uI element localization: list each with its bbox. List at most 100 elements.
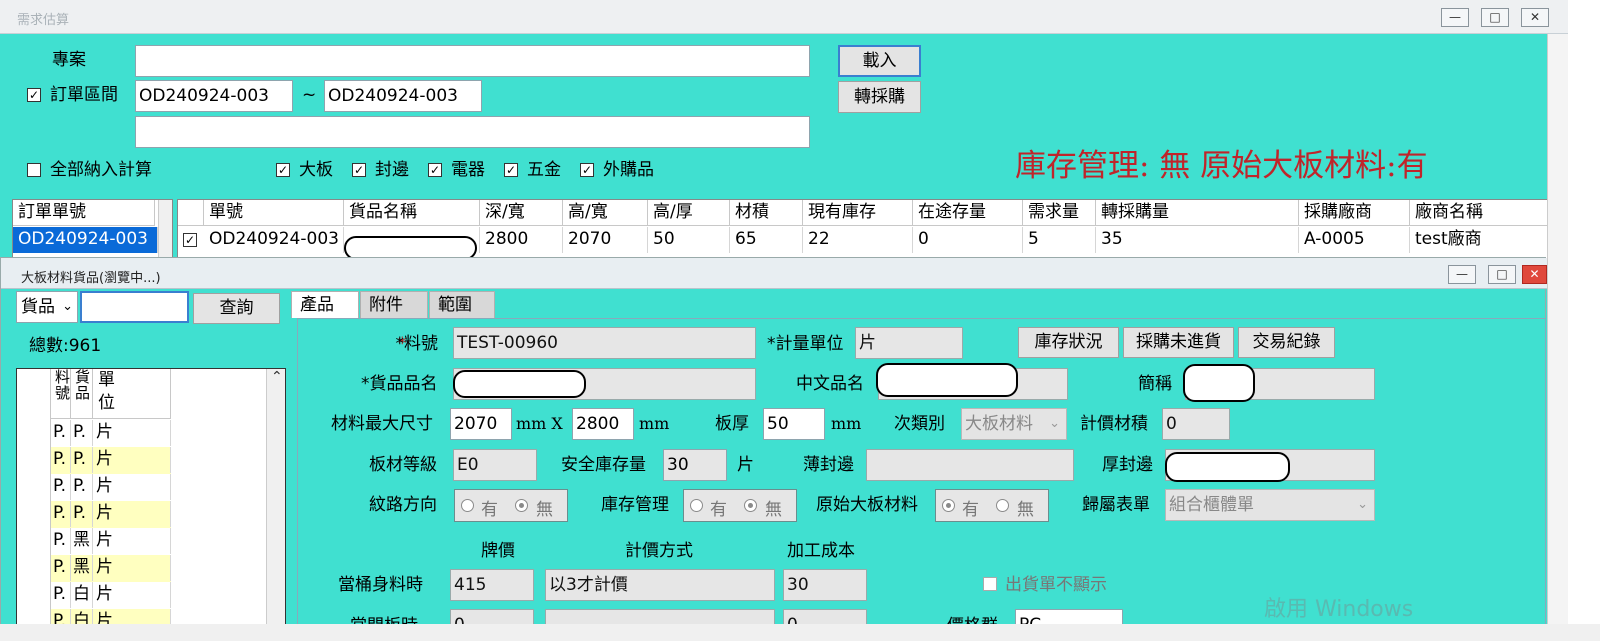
tab-attachment[interactable]: 附件 (360, 291, 428, 318)
grid-cell-depth[interactable]: 2800 (480, 227, 563, 253)
project-input[interactable] (135, 45, 810, 77)
grid-cell-order-no[interactable]: OD240924-003 (204, 227, 344, 253)
grid-header[interactable]: 現有庫存 (803, 200, 913, 226)
hide-on-delivery-checkbox[interactable] (983, 577, 997, 591)
original-no-radio[interactable] (996, 499, 1009, 512)
item-list-header-item[interactable]: 貨品 (71, 369, 93, 419)
category-hardware-label: 五金 (527, 160, 561, 180)
grid-cell-demand[interactable]: 5 (1023, 227, 1096, 253)
list-item[interactable]: P. 白 片 (51, 582, 171, 609)
load-button[interactable]: 載入 (838, 45, 921, 77)
order-to-input[interactable]: OD240924-003 (324, 80, 482, 112)
grid-header[interactable]: 廠商名稱 (1410, 200, 1567, 226)
thin-edge-field[interactable] (866, 449, 1074, 481)
item-list-header-unit[interactable]: 單位 (93, 369, 171, 419)
thickness-field[interactable]: 50 (763, 408, 825, 440)
inventory-no-radio[interactable] (744, 499, 757, 512)
list-item[interactable]: P. 黑 片 (51, 555, 171, 582)
transaction-record-button[interactable]: 交易紀錄 (1238, 327, 1335, 358)
safety-stock-field[interactable]: 30 (663, 449, 727, 481)
size-width-field[interactable]: 2800 (572, 408, 634, 440)
grid-header[interactable]: 需求量 (1023, 200, 1096, 226)
list-item-name: P. (71, 474, 93, 500)
close-button[interactable]: ✕ (1521, 8, 1549, 27)
grid-header[interactable]: 採購廠商 (1299, 200, 1410, 226)
size-height-field[interactable]: 2070 (450, 408, 512, 440)
minimize-button[interactable]: — (1441, 8, 1469, 27)
category-hardware-checkbox[interactable]: ✓ (504, 163, 518, 177)
maximize-button[interactable]: □ (1481, 8, 1509, 27)
list-item[interactable]: P. P. 片 (51, 420, 171, 447)
grain-yes-radio[interactable] (461, 499, 474, 512)
list-item[interactable]: P. P. 片 (51, 474, 171, 501)
form-owner-select[interactable]: 組合櫃體單 ⌄ (1165, 489, 1375, 521)
grid-header[interactable]: 深/寬 (480, 200, 563, 226)
grid-cell-thickness[interactable]: 50 (648, 227, 730, 253)
stock-status-button[interactable]: 庫存狀況 (1018, 327, 1119, 358)
category-board-checkbox[interactable]: ✓ (276, 163, 290, 177)
sub-minimize-button[interactable]: — (1448, 265, 1476, 284)
list-item[interactable]: P. 黑 片 (51, 528, 171, 555)
grid-cell-volume[interactable]: 65 (730, 227, 803, 253)
body-price-field[interactable]: 415 (450, 569, 534, 601)
grid-cell-purchase-qty[interactable]: 35 (1096, 227, 1299, 253)
main-window-scrollbar[interactable] (1547, 34, 1568, 641)
grade-field[interactable]: E0 (453, 449, 537, 481)
order-list-item[interactable]: OD240924-003 (13, 227, 158, 253)
grid-cell-supplier-name[interactable]: test廠商 (1410, 227, 1567, 253)
category-edge-checkbox[interactable]: ✓ (352, 163, 366, 177)
grid-header[interactable]: 貨品名稱 (344, 200, 480, 226)
order-list-scrollbar[interactable] (158, 200, 172, 258)
grain-no-radio[interactable] (515, 499, 528, 512)
item-list-header-no[interactable]: 料號 (51, 369, 71, 419)
grid-header[interactable]: 材積 (730, 200, 803, 226)
demand-grid: 單號 貨品名稱 深/寬 高/寬 高/厚 材積 現有庫存 在途存量 需求量 轉採購… (177, 199, 1568, 259)
hide-on-delivery-label: 出貨單不顯示 (1005, 575, 1107, 595)
list-item-no: P. (51, 501, 71, 527)
grid-cell-stock[interactable]: 22 (803, 227, 913, 253)
tab-product[interactable]: 產品 (291, 291, 359, 318)
include-all-checkbox[interactable] (27, 163, 41, 177)
order-range-checkbox[interactable]: ✓ (27, 88, 41, 102)
sub-close-button[interactable]: ✕ (1522, 265, 1547, 284)
search-input[interactable] (80, 291, 189, 323)
scroll-up-icon[interactable]: ⌃ (271, 369, 283, 385)
search-field-select[interactable]: 貨品 ⌄ (16, 291, 78, 323)
sub-maximize-button[interactable]: □ (1488, 265, 1516, 284)
body-cost-field[interactable]: 30 (783, 569, 867, 601)
subtype-select[interactable]: 大板材料 ⌄ (961, 408, 1067, 440)
original-yes-radio[interactable] (942, 499, 955, 512)
grid-cell-supplier-code[interactable]: A-0005 (1299, 227, 1410, 253)
query-button[interactable]: 查詢 (193, 293, 280, 324)
grid-header[interactable]: 轉採購量 (1096, 200, 1299, 226)
grid-cell-height-width[interactable]: 2070 (563, 227, 648, 253)
list-item[interactable]: P. P. 片 (51, 501, 171, 528)
thickness-label: 板厚 (715, 414, 749, 434)
category-edge-label: 封邊 (375, 160, 409, 180)
grid-header[interactable]: 單號 (204, 200, 344, 226)
list-price-label: 牌價 (481, 541, 515, 561)
category-electric-checkbox[interactable]: ✓ (428, 163, 442, 177)
unit-field[interactable]: 片 (855, 327, 963, 359)
purchase-pending-button[interactable]: 採購未進貨 (1123, 327, 1234, 358)
item-list-scrollbar[interactable]: ⌃ (266, 369, 285, 640)
grid-row-checkbox[interactable]: ✓ (183, 233, 197, 247)
order-from-input[interactable]: OD240924-003 (135, 80, 293, 112)
category-purchased-checkbox[interactable]: ✓ (580, 163, 594, 177)
grid-header[interactable]: 在途存量 (913, 200, 1023, 226)
item-no-field[interactable]: TEST-00960 (453, 327, 756, 359)
body-method-field[interactable]: 以3才計價 (545, 569, 775, 601)
list-item[interactable]: P. P. 片 (51, 447, 171, 474)
pricing-volume-field[interactable]: 0 (1162, 408, 1230, 440)
grid-cell-in-transit[interactable]: 0 (913, 227, 1023, 253)
grid-header[interactable]: 高/厚 (648, 200, 730, 226)
tab-range[interactable]: 範圍 (429, 291, 495, 318)
pricing-volume-label: 計價材積 (1080, 414, 1148, 434)
body-label: 當桶身料時 (338, 575, 423, 595)
grid-header[interactable]: 高/寬 (563, 200, 648, 226)
to-purchase-button[interactable]: 轉採購 (838, 81, 921, 113)
extra-input[interactable] (135, 116, 810, 148)
original-board-label: 原始大板材料 (816, 495, 918, 515)
row-header-column (17, 369, 51, 640)
inventory-yes-radio[interactable] (690, 499, 703, 512)
